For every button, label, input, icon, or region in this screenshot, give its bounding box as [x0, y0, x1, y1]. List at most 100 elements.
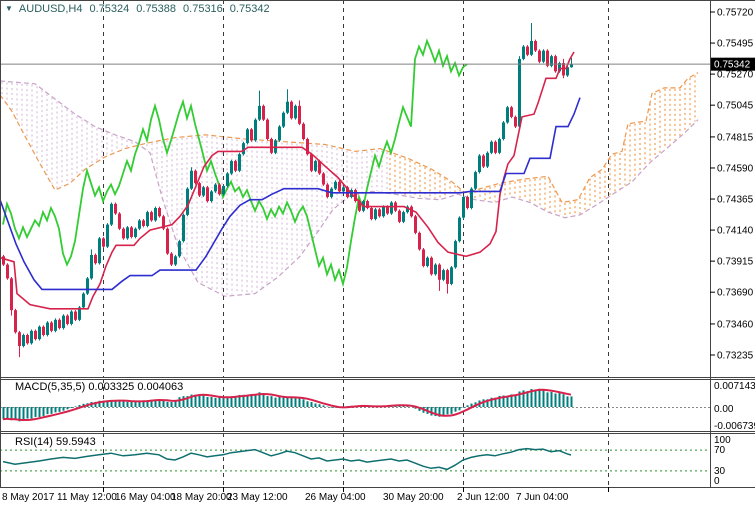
rsi-value: 59.5943 — [56, 436, 96, 448]
open-value: 0.75324 — [90, 3, 130, 15]
candle-bearish — [534, 41, 537, 51]
candle-bullish — [226, 173, 229, 185]
time-axis-label: 7 Jun 04:00 — [516, 492, 569, 503]
candle-bearish — [386, 207, 389, 214]
candle-bearish — [310, 154, 313, 171]
candle-bearish — [438, 265, 441, 280]
candle-bullish — [402, 212, 405, 222]
candle-bearish — [466, 197, 469, 208]
candle-bearish — [94, 255, 97, 263]
candle-bullish — [486, 153, 489, 167]
candle-bullish — [254, 120, 257, 141]
candle-bearish — [118, 214, 121, 229]
candle-bearish — [398, 211, 401, 222]
candle-bearish — [102, 238, 105, 246]
candle-bearish — [262, 106, 265, 120]
price-axis-label: 0.73915 — [717, 257, 754, 268]
senkou-span-a-line — [0, 73, 698, 203]
candle-bearish — [526, 47, 529, 55]
candle-bearish — [150, 212, 153, 220]
time-axis-label: 23 May 12:00 — [227, 492, 288, 503]
candle-bullish — [314, 161, 317, 171]
rsi-axis-label: 0 — [714, 476, 720, 487]
kijun-sen-line — [0, 98, 580, 290]
candle-bearish — [18, 332, 21, 346]
candle-bearish — [338, 182, 341, 192]
symbol-dropdown-icon[interactable]: ▼ — [5, 4, 13, 13]
price-axis-label: 0.75270 — [717, 70, 754, 81]
candle-bearish — [66, 316, 69, 324]
price-axis-label: 0.74590 — [717, 163, 754, 174]
time-axis-label: 18 May 20:00 — [171, 492, 232, 503]
time-axis[interactable]: 8 May 201711 May 12:0016 May 04:0018 May… — [2, 487, 609, 503]
macd-signal-value: 0.004063 — [137, 381, 183, 393]
candle-bullish — [138, 220, 141, 228]
chart-window: { "header": { "symbol": "AUDUSD,H4", "op… — [0, 0, 755, 507]
candle-bearish — [170, 254, 173, 265]
candle-bearish — [370, 208, 373, 219]
candle-bullish — [110, 204, 113, 225]
candle-bearish — [302, 124, 305, 139]
candle-bearish — [42, 327, 45, 335]
candle-bullish — [246, 129, 249, 143]
candle-bearish — [14, 310, 17, 332]
candle-bullish — [502, 122, 505, 139]
macd-axis-label: -0.006739 — [714, 421, 755, 432]
main-price-panel[interactable] — [0, 0, 698, 377]
candle-bearish — [194, 171, 197, 183]
candle-bearish — [290, 102, 293, 119]
candle-bearish — [422, 249, 425, 266]
candle-bearish — [250, 129, 253, 140]
candle-bearish — [50, 323, 53, 331]
candle-bearish — [166, 229, 169, 254]
price-axis-label: 0.73460 — [717, 319, 754, 330]
rsi-line — [3, 449, 571, 470]
candle-bullish — [210, 191, 213, 201]
candle-bullish — [190, 171, 193, 189]
candle-bullish — [82, 294, 85, 308]
candle-bullish — [178, 241, 181, 256]
candle-bearish — [74, 312, 77, 320]
time-axis-label: 8 May 2017 — [2, 492, 55, 503]
candle-bullish — [238, 154, 241, 171]
candle-bullish — [230, 161, 233, 173]
candle-bullish — [282, 113, 285, 127]
rsi-indicator-label: RSI(14) 59.5943 — [15, 436, 96, 448]
candle-bullish — [46, 323, 49, 335]
candle-bullish — [286, 102, 289, 113]
candle-bearish — [34, 331, 37, 339]
macd-axis-label: 0.00 — [714, 404, 734, 415]
candle-bearish — [122, 229, 125, 239]
candle-bullish — [134, 229, 137, 237]
candle-bullish — [22, 335, 25, 346]
price-axis[interactable]: 0.757200.754950.752700.750450.748150.745… — [710, 8, 755, 488]
candle-bullish — [30, 331, 33, 343]
price-axis-label: 0.74815 — [717, 132, 754, 143]
candle-bullish — [222, 186, 225, 194]
candle-bullish — [214, 185, 217, 192]
candle-bullish — [258, 106, 261, 120]
time-axis-label: 26 May 04:00 — [305, 492, 366, 503]
candle-bearish — [298, 106, 301, 124]
candle-bullish — [530, 41, 533, 55]
price-axis-label: 0.74140 — [717, 226, 754, 237]
candle-bullish — [450, 267, 453, 284]
candle-bullish — [490, 142, 493, 153]
time-axis-label: 16 May 04:00 — [115, 492, 176, 503]
macd-main-value: 0.003325 — [88, 381, 134, 393]
price-axis-label: 0.75495 — [717, 39, 754, 50]
time-axis-label: 11 May 12:00 — [57, 492, 117, 503]
chart-canvas[interactable]: 0.757200.754950.752700.750450.748150.745… — [0, 0, 755, 507]
rsi-panel[interactable] — [0, 433, 710, 487]
macd-indicator-label: MACD(5,35,5) 0.003325 0.004063 — [15, 381, 183, 393]
candle-bearish — [158, 208, 161, 216]
candle-bearish — [266, 120, 269, 139]
candle-bullish — [374, 209, 377, 219]
rsi-axis-label: 70 — [714, 445, 726, 456]
candle-bearish — [514, 117, 517, 127]
candle-bullish — [126, 227, 129, 238]
candle-bullish — [390, 202, 393, 213]
price-axis-label: 0.75045 — [717, 101, 754, 112]
price-axis-label: 0.73690 — [717, 288, 754, 299]
candle-bearish — [510, 107, 513, 117]
